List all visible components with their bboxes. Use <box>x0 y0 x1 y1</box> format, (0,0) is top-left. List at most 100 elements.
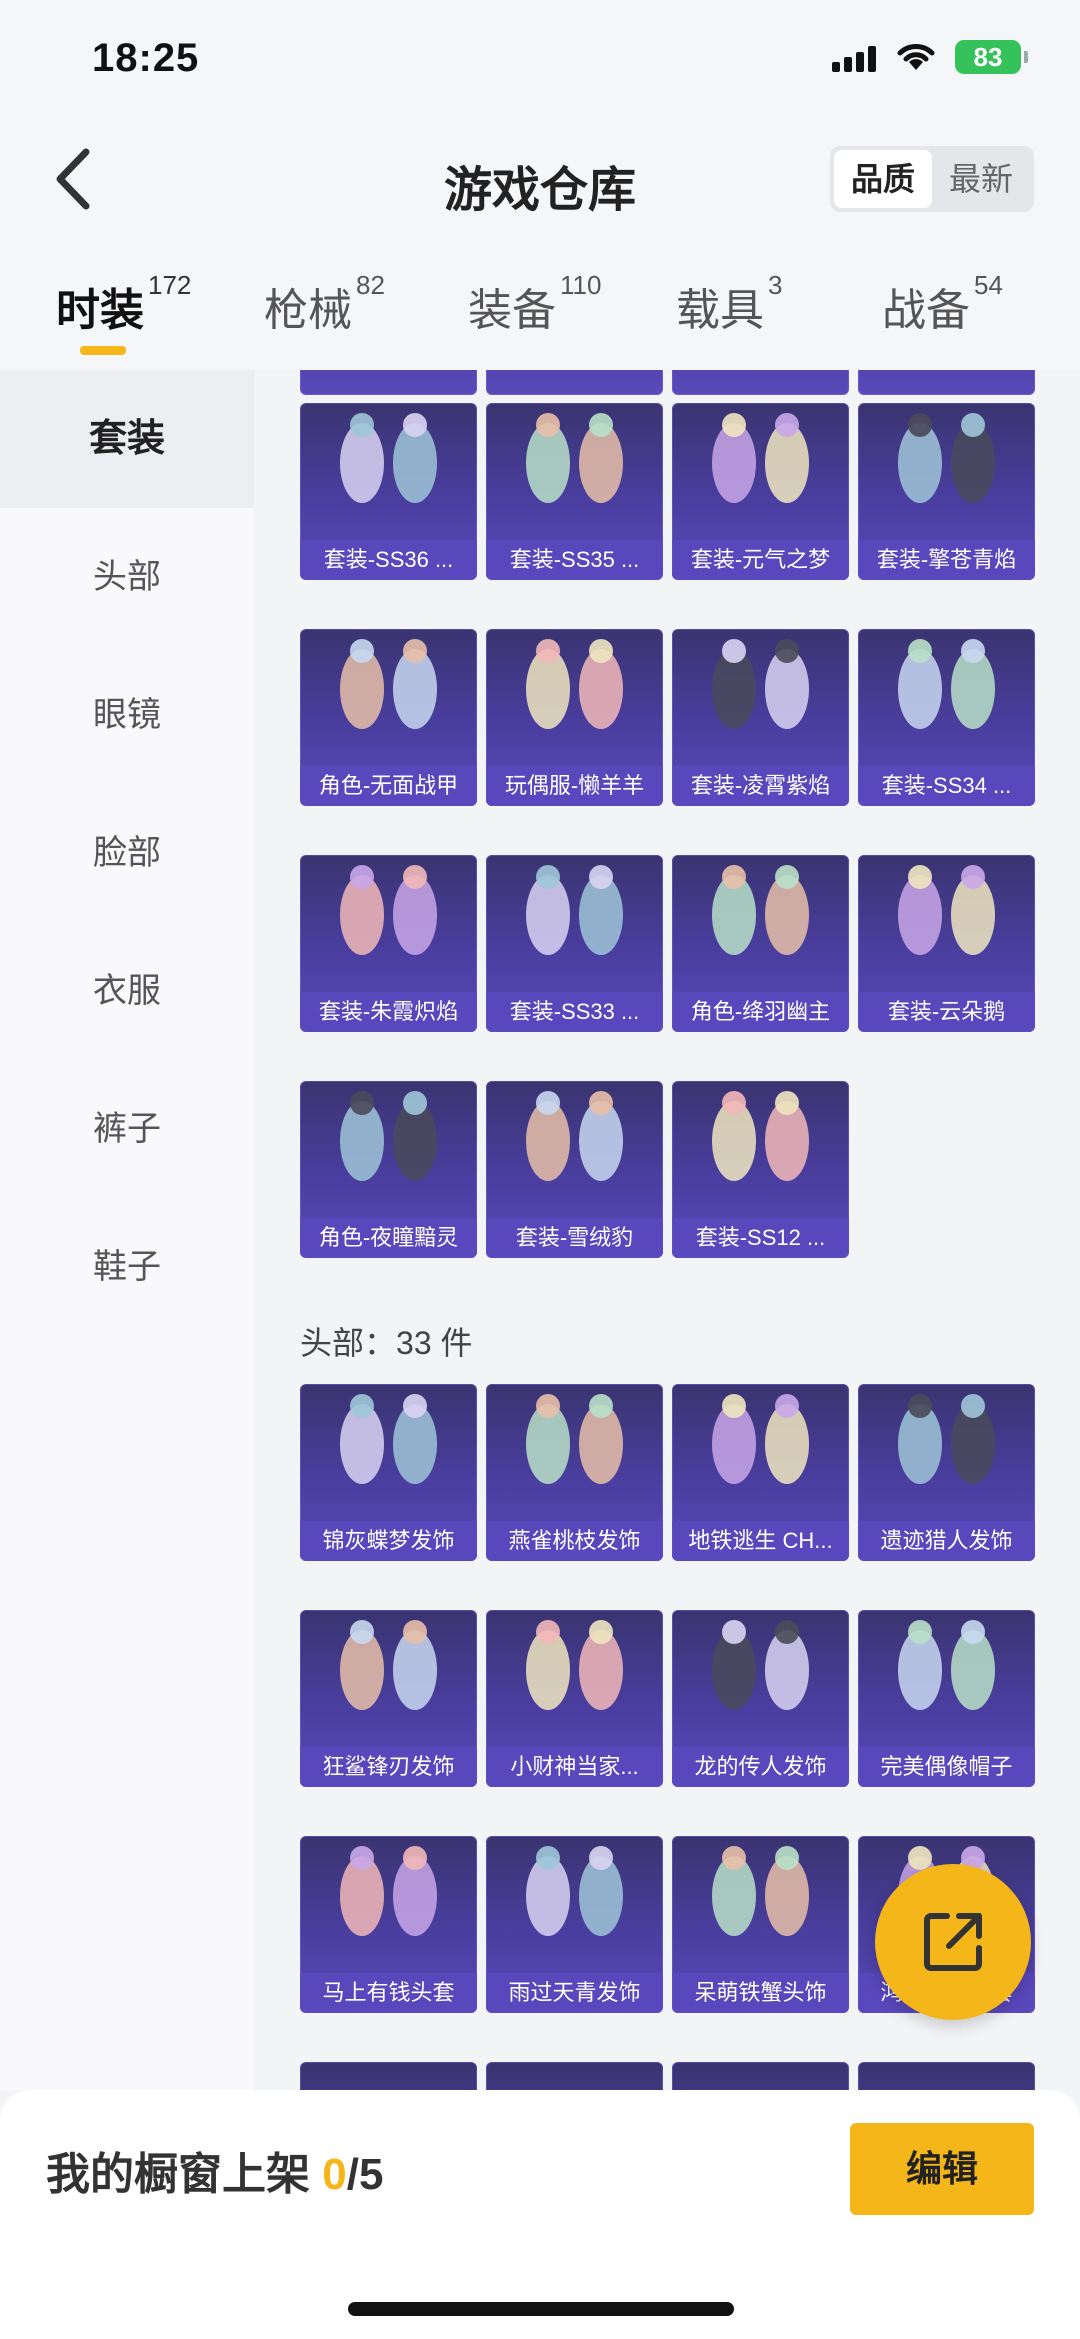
tab-label: 装备 <box>468 286 556 335</box>
item-card-partial[interactable] <box>486 2062 663 2090</box>
tab-count: 3 <box>768 270 783 300</box>
item-card[interactable]: 角色-无面战甲 <box>300 629 477 806</box>
item-card-partial[interactable] <box>858 2062 1035 2090</box>
category-tabs: 时装172 枪械82 装备110 载具3 战备54 <box>0 250 1080 370</box>
sidebar-item-head[interactable]: 头部 <box>0 508 254 646</box>
section-title-head: 头部：33 件 <box>300 1318 473 1364</box>
sort-toggle: 品质 最新 <box>830 146 1034 212</box>
item-label: 套装-云朵鹅 <box>858 992 1035 1032</box>
item-image <box>712 1846 809 1936</box>
sidebar-item-pants[interactable]: 裤子 <box>0 1060 254 1198</box>
item-label: 套装-SS12 ... <box>672 1218 849 1258</box>
item-card-partial[interactable] <box>300 2062 477 2090</box>
item-image <box>526 865 623 955</box>
item-card[interactable]: 小财神当家... <box>486 1610 663 1787</box>
battery-icon: 83 <box>955 40 1028 74</box>
item-image <box>340 865 437 955</box>
item-card-partial[interactable] <box>486 370 663 395</box>
item-card[interactable]: 套装-元气之梦 <box>672 403 849 580</box>
item-label: 狂鲨锋刃发饰 <box>300 1747 477 1787</box>
tab-count: 172 <box>148 270 192 300</box>
item-card[interactable]: 角色-绛羽幽主 <box>672 855 849 1032</box>
section-count: 33 <box>396 1325 432 1361</box>
item-card[interactable]: 完美偶像帽子 <box>858 1610 1035 1787</box>
sort-quality-button[interactable]: 品质 <box>834 150 932 208</box>
tab-guns[interactable]: 枪械82 <box>264 270 385 338</box>
item-card[interactable]: 套装-SS12 ... <box>672 1081 849 1258</box>
item-card[interactable]: 玩偶服-懒羊羊 <box>486 629 663 806</box>
active-tab-indicator <box>80 346 126 355</box>
showcase-total: /5 <box>346 2150 384 2199</box>
item-card-partial[interactable] <box>672 370 849 395</box>
item-card[interactable]: 遗迹猎人发饰 <box>858 1384 1035 1561</box>
item-image <box>526 639 623 729</box>
item-card-partial[interactable] <box>672 2062 849 2090</box>
item-card[interactable]: 套装-SS36 ... <box>300 403 477 580</box>
sidebar-item-glasses[interactable]: 眼镜 <box>0 646 254 784</box>
sidebar-item-clothes[interactable]: 衣服 <box>0 922 254 1060</box>
sidebar-item-suits[interactable]: 套装 <box>0 370 254 508</box>
showcase-label: 我的橱窗上架 <box>46 2150 323 2199</box>
edit-button[interactable]: 编辑 <box>850 2123 1034 2215</box>
sidebar: 套装 头部 眼镜 脸部 衣服 裤子 鞋子 <box>0 370 254 2090</box>
tab-count: 110 <box>560 270 602 300</box>
item-label: 套装-凌霄紫焰 <box>672 766 849 806</box>
cellular-signal-icon <box>832 46 878 72</box>
item-card[interactable]: 套装-朱霞炽焰 <box>300 855 477 1032</box>
item-image <box>898 413 995 503</box>
item-card[interactable]: 套装-SS33 ... <box>486 855 663 1032</box>
section-label: 头部： <box>300 1325 397 1361</box>
tab-fashion[interactable]: 时装172 <box>56 270 191 338</box>
item-card[interactable]: 套装-雪绒豹 <box>486 1081 663 1258</box>
share-button[interactable] <box>875 1864 1031 2020</box>
item-card[interactable]: 套装-SS34 ... <box>858 629 1035 806</box>
item-card[interactable]: 地铁逃生 CH... <box>672 1384 849 1561</box>
item-label: 套装-朱霞炽焰 <box>300 992 477 1032</box>
item-label: 套装-SS34 ... <box>858 766 1035 806</box>
item-image <box>340 413 437 503</box>
item-image <box>712 865 809 955</box>
item-label: 地铁逃生 CH... <box>672 1521 849 1561</box>
status-bar: 18:25 83 <box>0 0 1080 120</box>
item-label: 龙的传人发饰 <box>672 1747 849 1787</box>
item-image <box>340 1846 437 1936</box>
item-card[interactable]: 套装-SS35 ... <box>486 403 663 580</box>
item-image <box>898 1394 995 1484</box>
item-image <box>712 1620 809 1710</box>
item-card[interactable]: 呆萌铁蟹头饰 <box>672 1836 849 2013</box>
item-image <box>898 639 995 729</box>
item-card[interactable]: 套装-凌霄紫焰 <box>672 629 849 806</box>
item-image <box>898 1620 995 1710</box>
item-card[interactable]: 燕雀桃枝发饰 <box>486 1384 663 1561</box>
tab-combat-gear[interactable]: 战备54 <box>882 270 1003 338</box>
item-card-partial[interactable] <box>300 370 477 395</box>
item-card[interactable]: 狂鲨锋刃发饰 <box>300 1610 477 1787</box>
item-image <box>526 413 623 503</box>
item-card-partial[interactable] <box>858 370 1035 395</box>
tab-count: 54 <box>974 270 1003 300</box>
item-label: 完美偶像帽子 <box>858 1747 1035 1787</box>
tab-label: 载具 <box>676 286 764 335</box>
item-label: 遗迹猎人发饰 <box>858 1521 1035 1561</box>
item-image <box>712 413 809 503</box>
item-label: 燕雀桃枝发饰 <box>486 1521 663 1561</box>
item-card[interactable]: 套装-擎苍青焰 <box>858 403 1035 580</box>
item-card[interactable]: 锦灰蝶梦发饰 <box>300 1384 477 1561</box>
item-label: 套装-SS33 ... <box>486 992 663 1032</box>
item-image <box>340 639 437 729</box>
tab-equipment[interactable]: 装备110 <box>468 270 601 338</box>
item-label: 角色-夜瞳黯灵 <box>300 1218 477 1258</box>
sidebar-item-face[interactable]: 脸部 <box>0 784 254 922</box>
item-card[interactable]: 马上有钱头套 <box>300 1836 477 2013</box>
item-card[interactable]: 套装-云朵鹅 <box>858 855 1035 1032</box>
sort-newest-button[interactable]: 最新 <box>932 150 1030 208</box>
item-card[interactable]: 龙的传人发饰 <box>672 1610 849 1787</box>
bottom-bar: 我的橱窗上架 0/5 编辑 <box>0 2090 1080 2339</box>
item-label: 锦灰蝶梦发饰 <box>300 1521 477 1561</box>
item-label: 雨过天青发饰 <box>486 1973 663 2013</box>
sidebar-item-shoes[interactable]: 鞋子 <box>0 1198 254 1336</box>
item-label: 呆萌铁蟹头饰 <box>672 1973 849 2013</box>
item-card[interactable]: 雨过天青发饰 <box>486 1836 663 2013</box>
tab-vehicles[interactable]: 载具3 <box>676 270 782 338</box>
item-card[interactable]: 角色-夜瞳黯灵 <box>300 1081 477 1258</box>
